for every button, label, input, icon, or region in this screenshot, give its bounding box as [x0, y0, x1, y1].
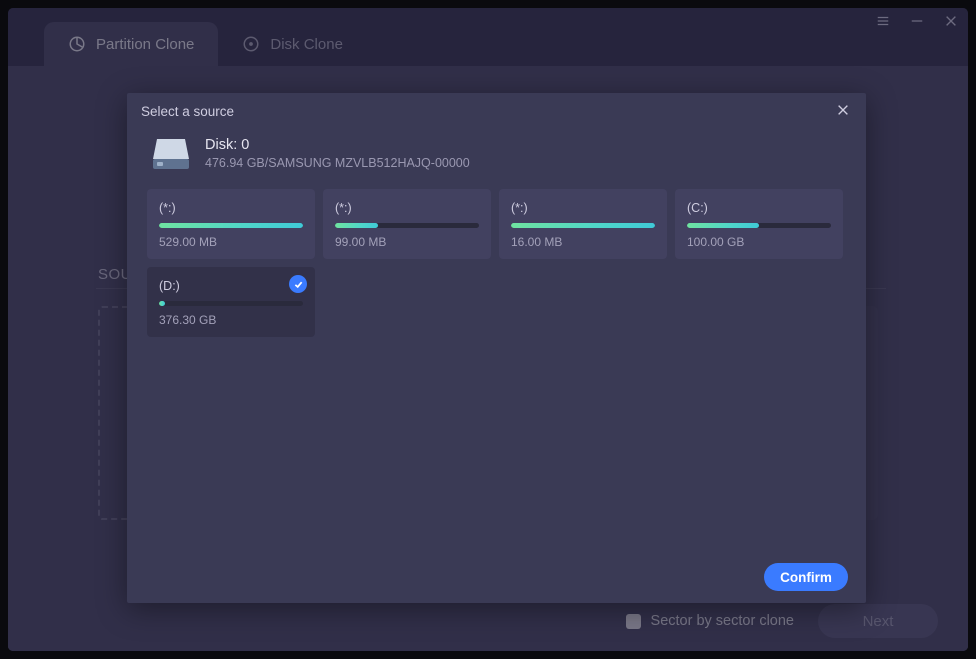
selected-check-icon	[289, 275, 307, 293]
usage-bar	[335, 223, 479, 228]
select-source-modal: Select a source Disk: 0 476.94 GB/SAMSUN…	[127, 93, 866, 603]
partition-label: (*:)	[335, 201, 479, 215]
partition-label: (*:)	[511, 201, 655, 215]
partition-label: (D:)	[159, 279, 303, 293]
usage-bar	[687, 223, 831, 228]
partition-size: 529.00 MB	[159, 235, 303, 249]
usage-bar	[159, 223, 303, 228]
partition-size: 99.00 MB	[335, 235, 479, 249]
partition-label: (*:)	[159, 201, 303, 215]
partition-label: (C:)	[687, 201, 831, 215]
hard-drive-icon	[151, 135, 191, 171]
partition-card[interactable]: (D:) 376.30 GB	[147, 267, 315, 337]
partition-card[interactable]: (C:) 100.00 GB	[675, 189, 843, 259]
disk-header: Disk: 0 476.94 GB/SAMSUNG MZVLB512HAJQ-0…	[127, 125, 866, 175]
modal-close-icon[interactable]	[836, 103, 852, 119]
confirm-button[interactable]: Confirm	[764, 563, 848, 591]
usage-bar	[511, 223, 655, 228]
usage-bar	[159, 301, 303, 306]
disk-details: 476.94 GB/SAMSUNG MZVLB512HAJQ-00000	[205, 156, 470, 170]
partition-grid: (*:) 529.00 MB (*:) 99.00 MB (*:) 16.00 MB (C:…	[127, 175, 866, 337]
partition-size: 100.00 GB	[687, 235, 831, 249]
partition-card[interactable]: (*:) 529.00 MB	[147, 189, 315, 259]
partition-card[interactable]: (*:) 16.00 MB	[499, 189, 667, 259]
app-window: Partition Clone Disk Clone SOURCE Sector…	[8, 8, 968, 651]
modal-title: Select a source	[141, 104, 234, 119]
partition-card[interactable]: (*:) 99.00 MB	[323, 189, 491, 259]
partition-size: 16.00 MB	[511, 235, 655, 249]
partition-size: 376.30 GB	[159, 313, 303, 327]
disk-name: Disk: 0	[205, 137, 470, 153]
